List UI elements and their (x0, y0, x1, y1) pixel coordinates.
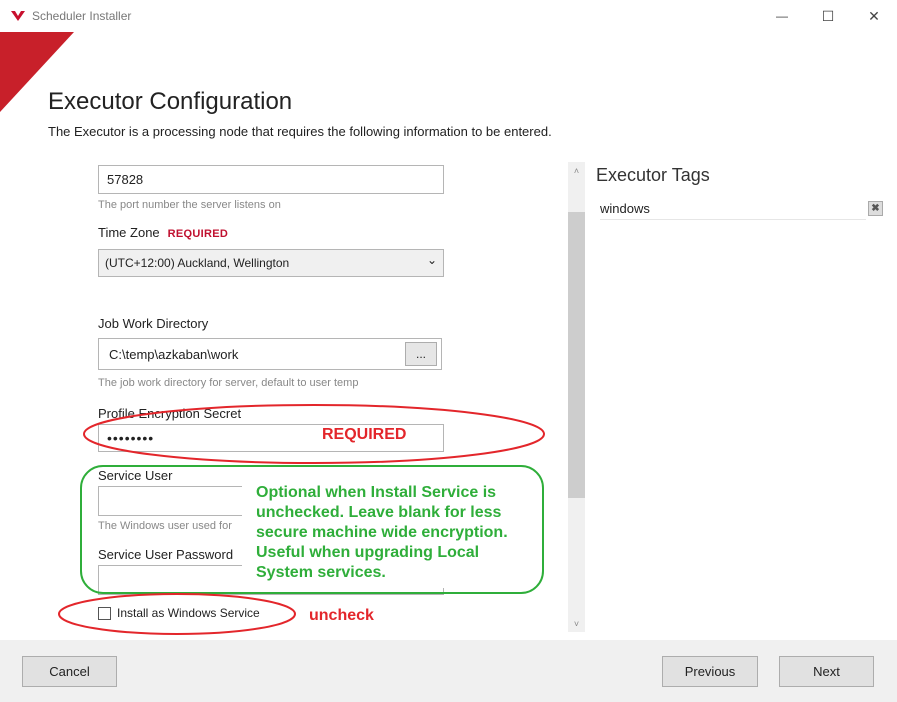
footer-bar (0, 640, 897, 702)
annotation-overlay (58, 404, 545, 635)
required-annotation-text: REQUIRED (322, 426, 407, 443)
next-button[interactable]: Next (779, 656, 874, 687)
required-annotation-ellipse (83, 404, 545, 464)
uncheck-annotation-ellipse (58, 593, 296, 635)
previous-button[interactable]: Previous (662, 656, 758, 687)
cancel-button[interactable]: Cancel (22, 656, 117, 687)
optional-annotation-text: Optional when Install Service is uncheck… (256, 484, 508, 581)
uncheck-annotation-text: uncheck (309, 607, 374, 624)
